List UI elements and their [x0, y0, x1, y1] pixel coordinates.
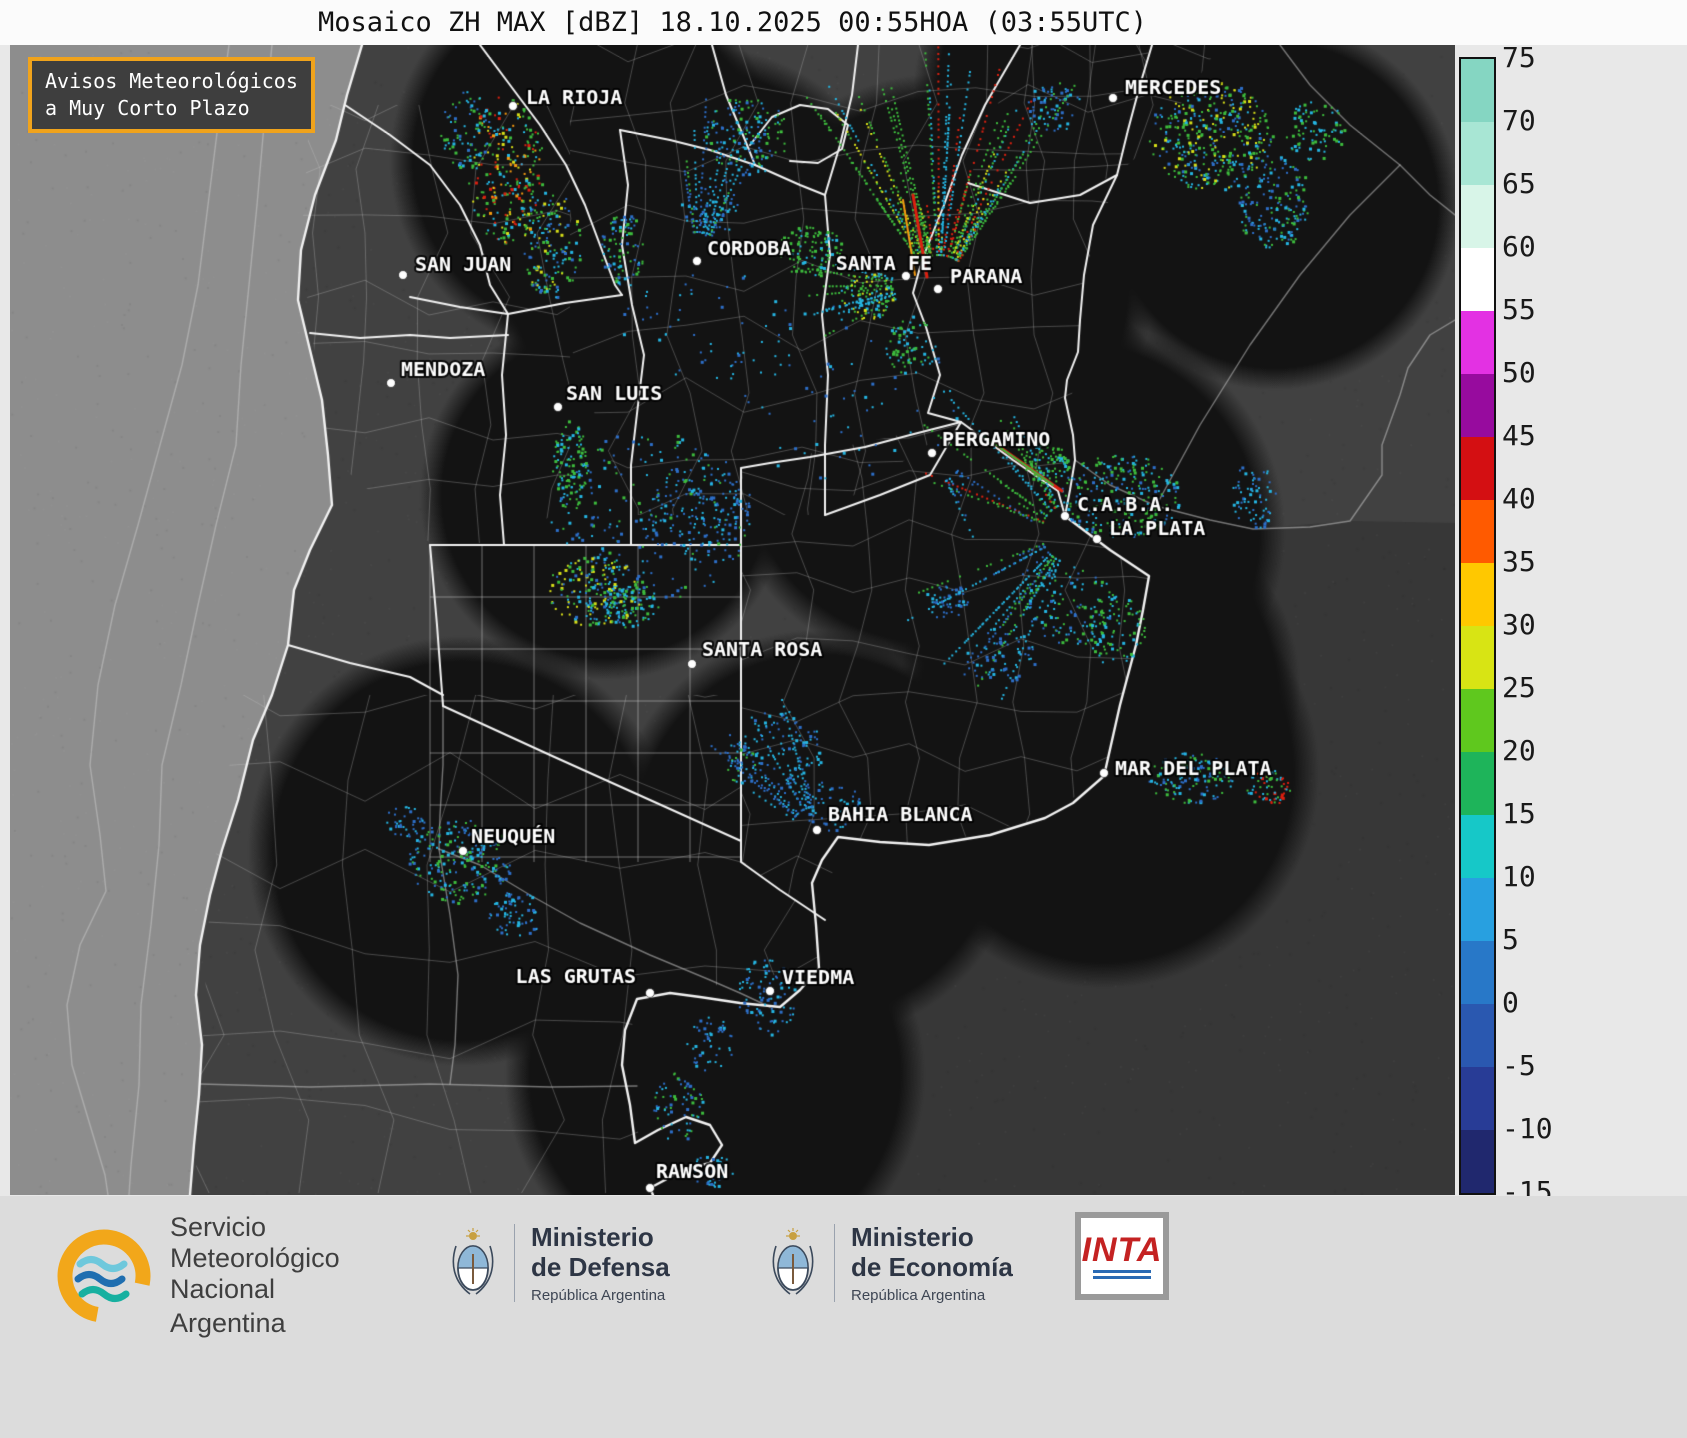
inta-label: INTA — [1081, 1231, 1163, 1269]
colorbar-segment — [1461, 374, 1494, 437]
colorbar-segment — [1461, 1067, 1494, 1130]
colorbar-segment — [1461, 563, 1494, 626]
colorbar-segment — [1461, 752, 1494, 815]
colorbar-tick-label: 35 — [1502, 545, 1536, 578]
colorbar-tick-label: 0 — [1502, 986, 1519, 1019]
colorbar-segment — [1461, 626, 1494, 689]
footer: Servicio Meteorológico Nacional Argentin… — [0, 1196, 1687, 1438]
defensa-line2: de Defensa — [531, 1252, 670, 1282]
colorbar-tick-label: -5 — [1502, 1049, 1536, 1082]
divider — [514, 1224, 515, 1302]
coat-of-arms-icon — [772, 1228, 814, 1295]
colorbar — [1459, 57, 1496, 1195]
colorbar-tick-label: 40 — [1502, 482, 1536, 515]
defensa-line1: Ministerio — [531, 1222, 654, 1252]
colorbar-tick-label: 75 — [1502, 41, 1536, 74]
radar-product-page: Mosaico ZH MAX [dBZ] 18.10.2025 00:55HOA… — [0, 0, 1687, 1438]
colorbar-tick-label: 70 — [1502, 104, 1536, 137]
colorbar-tick-label: 5 — [1502, 923, 1519, 956]
colorbar-segment — [1461, 122, 1494, 185]
smn-line2: Meteorológico — [170, 1243, 340, 1273]
colorbar-tick-label: 25 — [1502, 671, 1536, 704]
map-area — [10, 45, 1455, 1195]
colorbar-tick-label: 15 — [1502, 797, 1536, 830]
ministerio-economia-text: Ministerio de Economía República Argenti… — [851, 1222, 1013, 1304]
smn-country: Argentina — [170, 1308, 286, 1338]
colorbar-segment — [1461, 815, 1494, 878]
smn-logo-block: Servicio Meteorológico Nacional Argentin… — [52, 1212, 340, 1339]
colorbar-segment — [1461, 1130, 1494, 1193]
colorbar-segment — [1461, 500, 1494, 563]
colorbar-tick-label: 55 — [1502, 293, 1536, 326]
colorbar-segment — [1461, 941, 1494, 1004]
smn-line1: Servicio — [170, 1212, 267, 1242]
colorbar-tick-label: 45 — [1502, 419, 1536, 452]
colorbar-segment — [1461, 311, 1494, 374]
economia-sub: República Argentina — [851, 1287, 986, 1304]
colorbar-segment — [1461, 689, 1494, 752]
inta-logo: INTA — [1075, 1212, 1169, 1300]
colorbar-tick-label: -10 — [1502, 1112, 1553, 1145]
economia-line1: Ministerio — [851, 1222, 974, 1252]
colorbar-tick-label: 10 — [1502, 860, 1536, 893]
warning-box-line1: Avisos Meteorológicos — [45, 69, 298, 93]
colorbar-tick-label: 60 — [1502, 230, 1536, 263]
inta-line — [1093, 1270, 1151, 1273]
inta-logo-inner: INTA — [1081, 1218, 1163, 1294]
title-bar: Mosaico ZH MAX [dBZ] 18.10.2025 00:55HOA… — [0, 0, 1687, 45]
warning-box[interactable]: Avisos Meteorológicos a Muy Corto Plazo — [28, 57, 315, 133]
map-title: Mosaico ZH MAX [dBZ] 18.10.2025 00:55HOA… — [317, 7, 1148, 38]
ministerio-defensa-text: Ministerio de Defensa República Argentin… — [531, 1222, 670, 1304]
ministerio-defensa-logo: Ministerio de Defensa República Argentin… — [448, 1222, 670, 1304]
inta-line — [1093, 1276, 1151, 1279]
colorbar-segment — [1461, 437, 1494, 500]
smn-line3: Nacional — [170, 1274, 276, 1304]
colorbar-tick-label: 50 — [1502, 356, 1536, 389]
colorbar-segment — [1461, 59, 1494, 122]
warning-box-line2: a Muy Corto Plazo — [45, 96, 250, 120]
defensa-sub: República Argentina — [531, 1287, 666, 1304]
smn-logo-text: Servicio Meteorológico Nacional Argentin… — [170, 1212, 340, 1339]
colorbar-tick-label: 20 — [1502, 734, 1536, 767]
colorbar-tick-label: 30 — [1502, 608, 1536, 641]
colorbar-segment — [1461, 1004, 1494, 1067]
ministerio-economia-logo: Ministerio de Economía República Argenti… — [768, 1222, 1013, 1304]
colorbar-tick-label: 65 — [1502, 167, 1536, 200]
divider — [834, 1224, 835, 1302]
coat-of-arms-icon — [452, 1228, 494, 1295]
colorbar-segment — [1461, 248, 1494, 311]
colorbar-segment — [1461, 878, 1494, 941]
colorbar-segment — [1461, 185, 1494, 248]
economia-line2: de Economía — [851, 1252, 1013, 1282]
smn-logo-icon — [57, 1229, 151, 1322]
radar-mosaic-map — [10, 45, 1455, 1195]
